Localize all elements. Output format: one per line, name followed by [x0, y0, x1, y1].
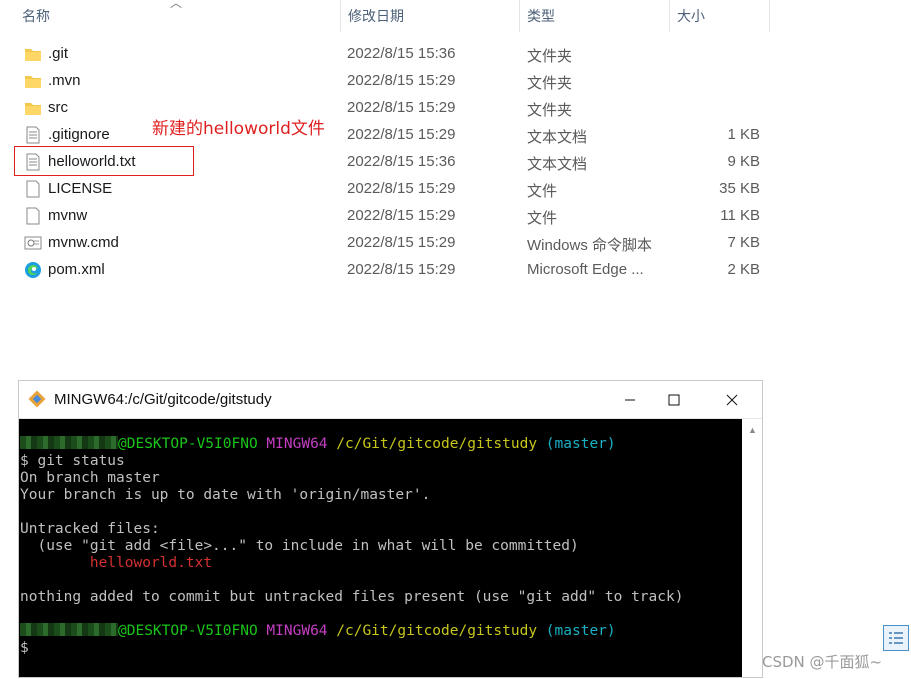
highlight-box	[14, 146, 194, 176]
file-date: 2022/8/15 15:29	[347, 234, 456, 251]
file-type: 文件夹	[527, 75, 573, 92]
file-type: 文件夹	[527, 102, 573, 119]
file-size: 9 KB	[727, 153, 760, 170]
terminal-window[interactable]: MINGW64:/c/Git/gitcode/gitstudy @DESKTOP…	[18, 380, 763, 678]
terminal-titlebar[interactable]: MINGW64:/c/Git/gitcode/gitstudy	[19, 381, 762, 419]
file-row-gitignore[interactable]: .gitignore 2022/8/15 15:29 文本文档 1 KB	[0, 122, 770, 149]
list-view-icon[interactable]	[883, 625, 909, 651]
file-type: Windows 命令脚本	[527, 237, 653, 254]
output-line: $ git status	[20, 453, 125, 469]
minimize-button[interactable]	[607, 381, 653, 418]
file-type: 文件	[527, 183, 558, 200]
file-row-mvnw[interactable]: mvnw 2022/8/15 15:29 文件 11 KB	[0, 203, 770, 230]
maximize-icon	[668, 394, 680, 405]
file-row-license[interactable]: LICENSE 2022/8/15 15:29 文件 35 KB	[0, 176, 770, 203]
sort-ascending-icon: ︿	[170, 0, 183, 10]
file-row-git[interactable]: .git 2022/8/15 15:36 文件夹	[0, 41, 770, 68]
redacted-username	[20, 436, 118, 449]
blank-file-icon	[26, 207, 40, 225]
file-row-mvnw-cmd[interactable]: mvnw.cmd 2022/8/15 15:29 Windows 命令脚本 7 …	[0, 230, 770, 257]
scroll-up-icon[interactable]: ▲	[748, 425, 757, 435]
file-date: 2022/8/15 15:36	[347, 45, 456, 62]
file-date: 2022/8/15 15:29	[347, 207, 456, 224]
file-name: LICENSE	[48, 180, 113, 197]
terminal-output[interactable]: @DESKTOP-V5I0FNO MINGW64 /c/Git/gitcode/…	[19, 419, 741, 679]
folder-icon	[25, 76, 41, 88]
file-row-mvn[interactable]: .mvn 2022/8/15 15:29 文件夹	[0, 68, 770, 95]
file-row-pom[interactable]: pom.xml 2022/8/15 15:29 Microsoft Edge .…	[0, 257, 770, 284]
file-name: mvnw	[48, 207, 88, 224]
terminal-scrollbar[interactable]: ▲	[742, 419, 762, 677]
column-type[interactable]: 类型	[519, 0, 669, 32]
column-size[interactable]: 大小	[669, 0, 769, 32]
file-date: 2022/8/15 15:29	[347, 126, 456, 143]
output-line: nothing added to commit but untracked fi…	[20, 589, 684, 605]
file-name: src	[48, 99, 68, 116]
file-name: mvnw.cmd	[48, 234, 119, 251]
file-name: .gitignore	[48, 126, 110, 143]
redacted-username	[20, 623, 118, 636]
file-date: 2022/8/15 15:29	[347, 261, 456, 278]
edge-icon	[25, 262, 41, 278]
column-modified-date[interactable]: 修改日期	[340, 0, 520, 32]
text-file-icon	[26, 126, 40, 144]
maximize-button[interactable]	[651, 381, 697, 418]
file-type: Microsoft Edge ...	[527, 261, 644, 278]
file-name: pom.xml	[48, 261, 105, 278]
file-name: .git	[48, 45, 69, 62]
file-type: 文件	[527, 210, 558, 227]
watermark: CSDN @千面狐~	[762, 653, 883, 671]
folder-icon	[25, 103, 41, 115]
prompt-line: @DESKTOP-V5I0FNO MINGW64 /c/Git/gitcode/…	[19, 436, 741, 453]
prompt-line: @DESKTOP-V5I0FNO MINGW64 /c/Git/gitcode/…	[19, 623, 741, 640]
output-line: On branch master	[20, 470, 160, 486]
close-button[interactable]	[709, 381, 755, 418]
file-size: 1 KB	[727, 126, 760, 143]
folder-icon	[25, 49, 41, 61]
output-line: (use "git add <file>..." to include in w…	[20, 538, 579, 554]
column-header-bar: 名称 ︿ 修改日期 类型 大小	[0, 0, 770, 32]
annotation-label: 新建的helloworld文件	[152, 119, 325, 139]
file-explorer: 名称 ︿ 修改日期 类型 大小 .git 2022/8/15 15:36 文件夹…	[0, 0, 911, 380]
file-type: 文本文档	[527, 129, 588, 146]
untracked-file-line: helloworld.txt	[20, 555, 213, 571]
file-type: 文件夹	[527, 48, 573, 65]
git-logo-icon	[28, 390, 46, 408]
file-type: 文本文档	[527, 156, 588, 173]
output-line: $	[20, 640, 29, 656]
close-icon	[726, 394, 738, 405]
column-divider[interactable]	[769, 0, 770, 32]
file-date: 2022/8/15 15:36	[347, 153, 456, 170]
file-size: 7 KB	[727, 234, 760, 251]
file-size: 11 KB	[720, 207, 760, 224]
cmd-file-icon	[24, 236, 42, 250]
output-line: Your branch is up to date with 'origin/m…	[20, 487, 431, 503]
minimize-icon	[625, 399, 635, 400]
file-date: 2022/8/15 15:29	[347, 72, 456, 89]
output-line: Untracked files:	[20, 521, 160, 537]
file-name: .mvn	[48, 72, 81, 89]
file-date: 2022/8/15 15:29	[347, 99, 456, 116]
terminal-title: MINGW64:/c/Git/gitcode/gitstudy	[54, 391, 272, 408]
file-size: 2 KB	[727, 261, 760, 278]
file-row-src[interactable]: src 2022/8/15 15:29 文件夹	[0, 95, 770, 122]
file-size: 35 KB	[719, 180, 760, 197]
blank-file-icon	[26, 180, 40, 198]
file-date: 2022/8/15 15:29	[347, 180, 456, 197]
